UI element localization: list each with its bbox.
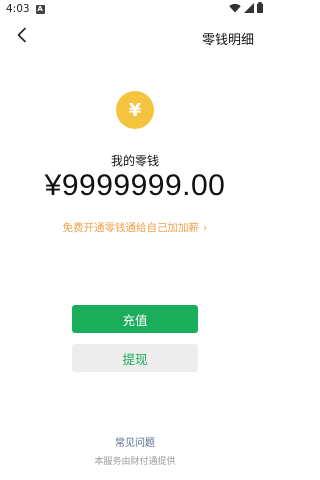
status-left: 4:03 A bbox=[6, 3, 45, 15]
notification-badge: A bbox=[35, 4, 45, 14]
page-title[interactable]: 零钱明细 bbox=[202, 29, 254, 48]
title-bar: 零钱明细 bbox=[0, 24, 270, 50]
back-button[interactable] bbox=[12, 27, 32, 47]
coin-icon: ¥ bbox=[116, 91, 154, 129]
promo-link[interactable]: 免费开通零钱通给自己加加薪 › bbox=[0, 220, 270, 235]
withdraw-button[interactable]: 提现 bbox=[72, 344, 198, 372]
back-arrow-icon bbox=[16, 27, 28, 47]
balance-amount: ¥9999999.00 bbox=[44, 169, 226, 202]
wifi-icon bbox=[229, 3, 241, 16]
signal-icon bbox=[244, 2, 254, 16]
status-time: 4:03 bbox=[6, 3, 30, 15]
provider-note: 本服务由财付通提供 bbox=[94, 457, 176, 467]
chevron-right-icon: › bbox=[203, 221, 208, 234]
status-bar: 4:03 A bbox=[0, 0, 270, 18]
status-right bbox=[229, 2, 263, 16]
coin-symbol: ¥ bbox=[128, 99, 142, 121]
balance-label: 我的零钱 bbox=[110, 154, 159, 168]
faq-link[interactable]: 常见问题 bbox=[0, 434, 270, 449]
battery-icon bbox=[257, 2, 263, 16]
recharge-button[interactable]: 充值 bbox=[72, 305, 198, 333]
promo-text: 免费开通零钱通给自己加加薪 bbox=[62, 222, 200, 234]
wallet-balance-screen: 4:03 A 零钱明细 ¥ 我的零钱 ¥9999999.00 免费开通零钱通给自… bbox=[0, 0, 270, 480]
